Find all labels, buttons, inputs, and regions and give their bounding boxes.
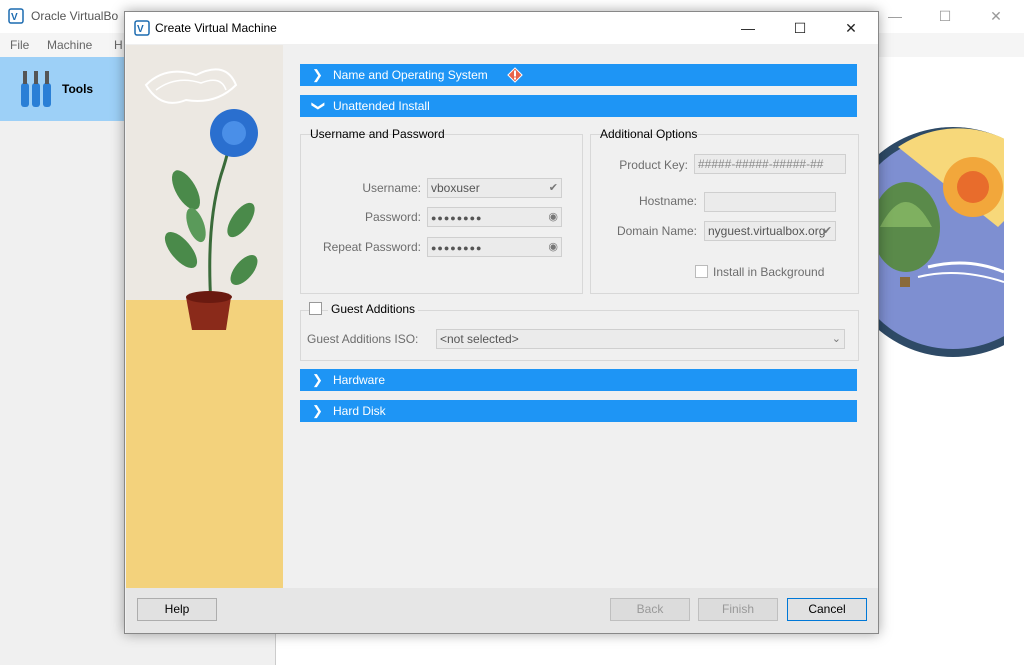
maximize-icon[interactable]: ☐	[777, 12, 823, 44]
back-button[interactable]: Back	[610, 598, 690, 621]
chevron-right-icon: ❯	[312, 403, 323, 418]
balloon-illustration	[858, 127, 1004, 357]
guest-additions-checkbox[interactable]	[309, 302, 322, 315]
username-password-title: Username and Password	[310, 127, 445, 141]
warning-icon	[507, 67, 523, 83]
guest-additions-iso-value: <not selected>	[440, 332, 519, 346]
username-label: Username:	[362, 181, 421, 195]
product-key-placeholder: #####-#####-#####-##	[698, 157, 824, 171]
domain-name-value: nyguest.virtualbox.org	[708, 224, 826, 238]
product-key-field[interactable]: #####-#####-#####-##	[694, 154, 846, 174]
hostname-label: Hostname:	[638, 194, 697, 208]
section-unattended[interactable]: ❯ Unattended Install	[300, 95, 857, 117]
finish-button[interactable]: Finish	[698, 598, 778, 621]
guest-additions-iso-label: Guest Additions ISO:	[307, 332, 419, 346]
section-hard-disk-label: Hard Disk	[333, 404, 386, 418]
dialog-title: Create Virtual Machine	[155, 21, 277, 35]
create-vm-dialog: V Create Virtual Machine — ☐ ✕ ❯ Name an…	[124, 11, 879, 634]
guest-additions-iso-select[interactable]: <not selected> ⌄	[436, 329, 845, 349]
tools-label: Tools	[62, 82, 94, 96]
section-hard-disk[interactable]: ❯ Hard Disk	[300, 400, 857, 422]
menu-help[interactable]: H	[114, 38, 123, 52]
password-value: ●●●●●●●●	[431, 213, 483, 223]
eye-icon[interactable]: ◉	[548, 210, 558, 223]
wizard-illustration	[126, 45, 283, 588]
bg-close-icon[interactable]: ✕	[988, 8, 1004, 24]
section-unattended-label: Unattended Install	[333, 99, 430, 113]
virtualbox-icon: V	[134, 20, 150, 36]
repeat-password-field[interactable]: ●●●●●●●● ◉	[427, 237, 562, 257]
chevron-right-icon: ❯	[312, 372, 323, 387]
domain-name-label: Domain Name:	[616, 224, 697, 238]
section-name-os-label: Name and Operating System	[333, 68, 488, 82]
hostname-field[interactable]	[704, 192, 836, 212]
dialog-titlebar: V Create Virtual Machine — ☐ ✕	[125, 12, 878, 44]
chevron-down-icon: ❯	[311, 100, 327, 112]
additional-options-title: Additional Options	[600, 127, 698, 141]
domain-name-field[interactable]: nyguest.virtualbox.org ✔	[704, 221, 836, 241]
menu-machine[interactable]: Machine	[47, 38, 92, 52]
username-field[interactable]: vboxuser ✔	[427, 178, 562, 198]
tools-icon	[21, 71, 51, 107]
username-value: vboxuser	[431, 181, 480, 195]
section-hardware[interactable]: ❯ Hardware	[300, 369, 857, 391]
password-field[interactable]: ●●●●●●●● ◉	[427, 207, 562, 227]
help-button[interactable]: Help	[137, 598, 217, 621]
checkmark-icon: ✔	[548, 182, 558, 194]
virtualbox-app-icon: V	[8, 8, 24, 24]
background-content	[858, 57, 1024, 665]
bg-minimize-icon[interactable]: —	[887, 8, 903, 24]
repeat-password-value: ●●●●●●●●	[431, 243, 483, 253]
eye-icon[interactable]: ◉	[548, 240, 558, 253]
repeat-password-label: Repeat Password:	[322, 240, 421, 254]
close-icon[interactable]: ✕	[828, 12, 874, 44]
section-hardware-label: Hardware	[333, 373, 386, 387]
install-background-label: Install in Background	[713, 265, 825, 279]
product-key-label: Product Key:	[619, 158, 688, 172]
menu-file[interactable]: File	[10, 38, 29, 52]
background-window-title: Oracle VirtualBo	[31, 9, 119, 23]
install-background-checkbox[interactable]	[695, 265, 708, 278]
chevron-down-icon: ⌄	[831, 333, 841, 345]
svg-text:V: V	[11, 12, 18, 23]
password-label: Password:	[364, 210, 421, 224]
cancel-button[interactable]: Cancel	[787, 598, 867, 621]
chevron-right-icon: ❯	[312, 67, 323, 82]
minimize-icon[interactable]: —	[725, 12, 771, 44]
guest-additions-title: Guest Additions	[328, 302, 419, 316]
bg-maximize-icon[interactable]: ☐	[937, 8, 953, 24]
section-name-os[interactable]: ❯ Name and Operating System	[300, 64, 857, 86]
checkmark-icon: ✔	[822, 225, 832, 237]
svg-text:V: V	[137, 24, 144, 35]
